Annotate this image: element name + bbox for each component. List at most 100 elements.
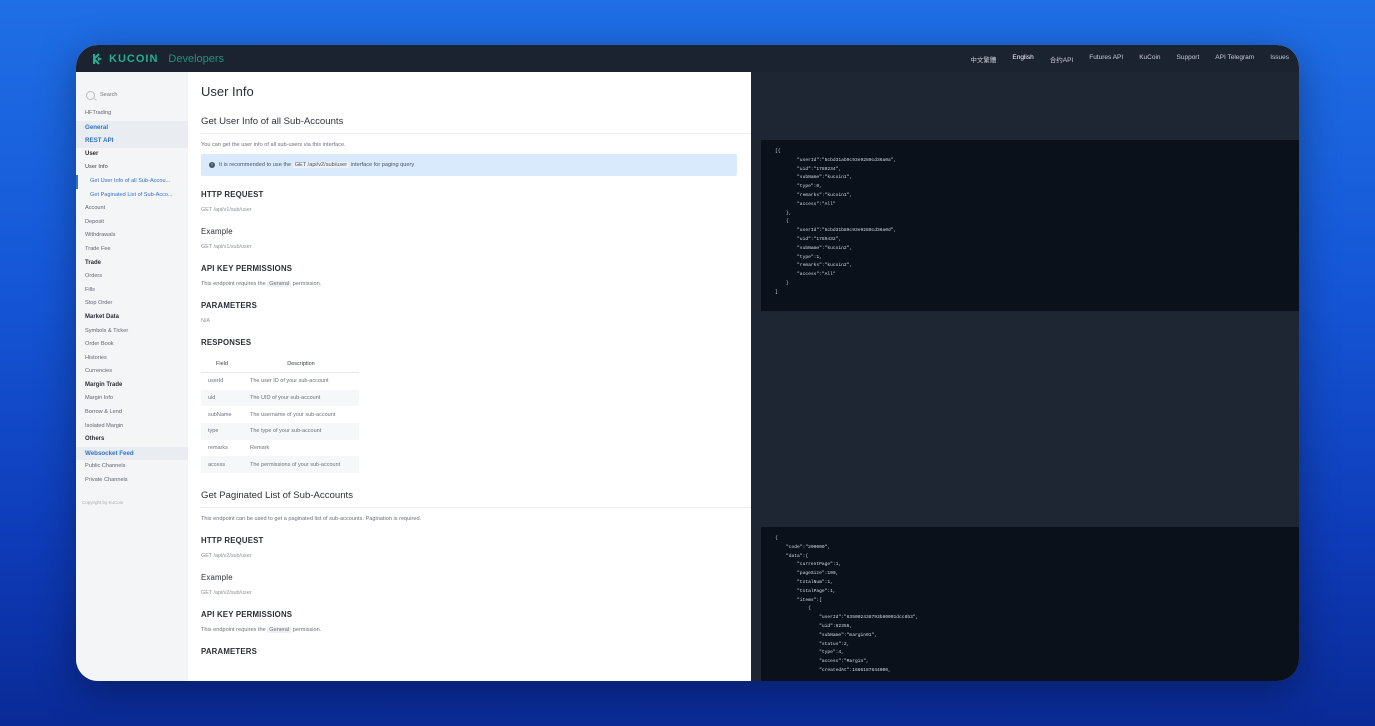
top-nav-link[interactable]: KuCoin: [1139, 54, 1160, 64]
sidebar: HFTradingGeneralREST APIUserUser InfoGet…: [76, 72, 189, 681]
top-nav-link[interactable]: API Telegram: [1215, 54, 1254, 64]
code-line: "subName":"kucoin2",: [775, 245, 853, 251]
sidebar-item[interactable]: User: [76, 148, 188, 162]
permissions-code-2: General: [267, 627, 292, 634]
code-line: "subName":"margin01",: [775, 632, 877, 638]
code-line: "type":0,: [775, 184, 822, 190]
http-request-heading: HTTP REQUEST: [201, 190, 264, 199]
code-line: "remarks":"kucoin2",: [775, 263, 853, 269]
logo-text: KUCOIN: [109, 52, 159, 65]
sidebar-item[interactable]: Orders: [76, 270, 188, 284]
table-cell-description: The UID of your sub-account: [243, 389, 359, 407]
parameters-value: N/A: [201, 318, 210, 324]
code-line: "uid":62356,: [775, 623, 853, 629]
permissions-post-2: permission.: [292, 627, 322, 634]
sidebar-item[interactable]: Trade: [76, 257, 188, 271]
sidebar-item[interactable]: Margin Info: [76, 392, 188, 406]
table-row: subName The username of your sub-account: [201, 406, 359, 423]
sidebar-item[interactable]: Account: [76, 202, 188, 216]
info-icon: !: [209, 162, 215, 168]
http-request-heading-2: HTTP REQUEST: [201, 536, 264, 546]
kucoin-logo[interactable]: KUCOIN Developers: [90, 52, 224, 66]
table-header-field: Field: [201, 356, 243, 373]
code-line: "access":"All": [775, 201, 836, 207]
top-nav-link[interactable]: Issues: [1270, 54, 1289, 64]
sidebar-item[interactable]: HFTrading: [76, 107, 188, 121]
code-line: "access":"Margin",: [775, 659, 869, 665]
code-line: "userId":"635002438793b80001dcc8b3",: [775, 615, 919, 621]
permissions-post: permission.: [292, 281, 322, 287]
sidebar-item[interactable]: General: [76, 120, 188, 135]
table-cell-description: The permissions of your sub-account: [243, 456, 359, 474]
code-line: {: [775, 606, 811, 612]
table-cell-description: The user ID of your sub-account: [250, 378, 329, 385]
sidebar-item[interactable]: Get Paginated List of Sub-Acco...: [76, 189, 188, 203]
permissions-code: General: [267, 281, 292, 287]
sidebar-item[interactable]: Others: [76, 433, 188, 447]
sidebar-search[interactable]: [86, 90, 188, 100]
top-navigation-bar: KUCOIN Developers 中文繁體 English 合约API Future…: [76, 45, 1299, 72]
sidebar-item[interactable]: Trade Fee: [76, 243, 188, 257]
parameters-heading: PARAMETERS: [201, 301, 258, 310]
sidebar-item[interactable]: Currencies: [76, 365, 188, 379]
sidebar-item[interactable]: REST API: [76, 134, 188, 148]
sidebar-item[interactable]: Fills: [76, 284, 188, 298]
code-line: "pageSize":100,: [775, 571, 839, 577]
search-icon: [86, 90, 95, 100]
top-nav-link[interactable]: Futures API: [1089, 54, 1123, 64]
response-code-block-1: [{ "userId":"5cbd31ab9c93e9280cd36a0a", …: [761, 140, 1299, 311]
note-text-post: interface for paging query: [350, 162, 415, 168]
code-line: "items":[: [775, 597, 822, 603]
code-line: "remarks":"kucoin1",: [775, 192, 853, 198]
permissions-pre-2: This endpoint requires the: [201, 627, 266, 634]
search-input[interactable]: [100, 92, 180, 98]
code-line: [{: [775, 149, 781, 154]
code-line: "createdAt":1666187844000,: [775, 667, 891, 673]
table-row: remarks Remark: [201, 440, 359, 457]
sidebar-item[interactable]: User Info: [76, 161, 188, 175]
top-nav-links: 中文繁體 English 合约API Futures API KuCoin Support…: [970, 54, 1289, 64]
example-heading-2: Example: [201, 573, 233, 583]
sidebar-item[interactable]: Borrow & Lend: [76, 406, 188, 420]
sidebar-item[interactable]: Margin Trade: [76, 379, 188, 393]
permissions-text: This endpoint requires the General permi…: [201, 281, 751, 287]
table-cell-field: type: [201, 423, 243, 440]
page-title: User Info: [201, 84, 254, 99]
sidebar-item[interactable]: Withdrawals: [76, 229, 188, 243]
http-request-value-2: GET /api/v2/sub/user: [201, 553, 252, 560]
code-line: "uid":"1789432",: [775, 236, 842, 242]
code-line: "uid":"1789234",: [775, 166, 842, 172]
sidebar-item[interactable]: Order Book: [76, 338, 188, 352]
permissions-heading-2: API KEY PERMISSIONS: [201, 610, 293, 620]
top-nav-link[interactable]: 中文繁體: [970, 54, 996, 64]
sidebar-item[interactable]: Isolated Margin: [76, 420, 188, 434]
doc-content: User Info Get User Info of all Sub-Accou…: [188, 72, 751, 681]
code-line: },: [775, 210, 792, 216]
section-heading-sub-accounts: Get User Info of all Sub-Accounts: [201, 116, 751, 134]
table-header-row: Field Description: [201, 356, 359, 373]
sidebar-item[interactable]: Stop Order: [76, 297, 188, 311]
http-request-value: GET /api/v1/sub/user: [201, 207, 252, 213]
permissions-heading: API KEY PERMISSIONS: [201, 264, 293, 273]
table-cell-field: subName: [208, 411, 232, 418]
sidebar-item[interactable]: Private Channels: [76, 474, 188, 488]
sidebar-item[interactable]: Market Data: [76, 311, 188, 325]
top-nav-link[interactable]: Support: [1177, 54, 1200, 64]
sidebar-item[interactable]: Deposit: [76, 216, 188, 230]
section2-description: This endpoint can be used to get a pagin…: [201, 516, 422, 523]
sidebar-item[interactable]: Public Channels: [76, 460, 188, 474]
sidebar-item[interactable]: Websocket Feed: [76, 446, 188, 461]
sidebar-item[interactable]: Get User Info of all Sub-Accou...: [76, 174, 188, 189]
code-line: "type":1,: [775, 254, 822, 260]
top-nav-link[interactable]: 合约API: [1050, 54, 1073, 64]
table-cell-field: uid: [201, 389, 243, 407]
top-nav-link[interactable]: English: [1012, 54, 1033, 64]
parameters-heading-2: PARAMETERS: [201, 647, 258, 657]
code-line: "status":2,: [775, 641, 850, 647]
browser-frame: KUCOIN Developers 中文繁體 English 合约API Future…: [76, 45, 1299, 681]
code-line: "userId":"5cbd31ab9c93e9280cd36a0a",: [775, 157, 897, 163]
permissions-pre: This endpoint requires the: [201, 281, 266, 287]
code-line: "access":"All": [775, 272, 836, 278]
sidebar-item[interactable]: Histories: [76, 352, 188, 366]
sidebar-item[interactable]: Symbols & Ticker: [76, 325, 188, 339]
